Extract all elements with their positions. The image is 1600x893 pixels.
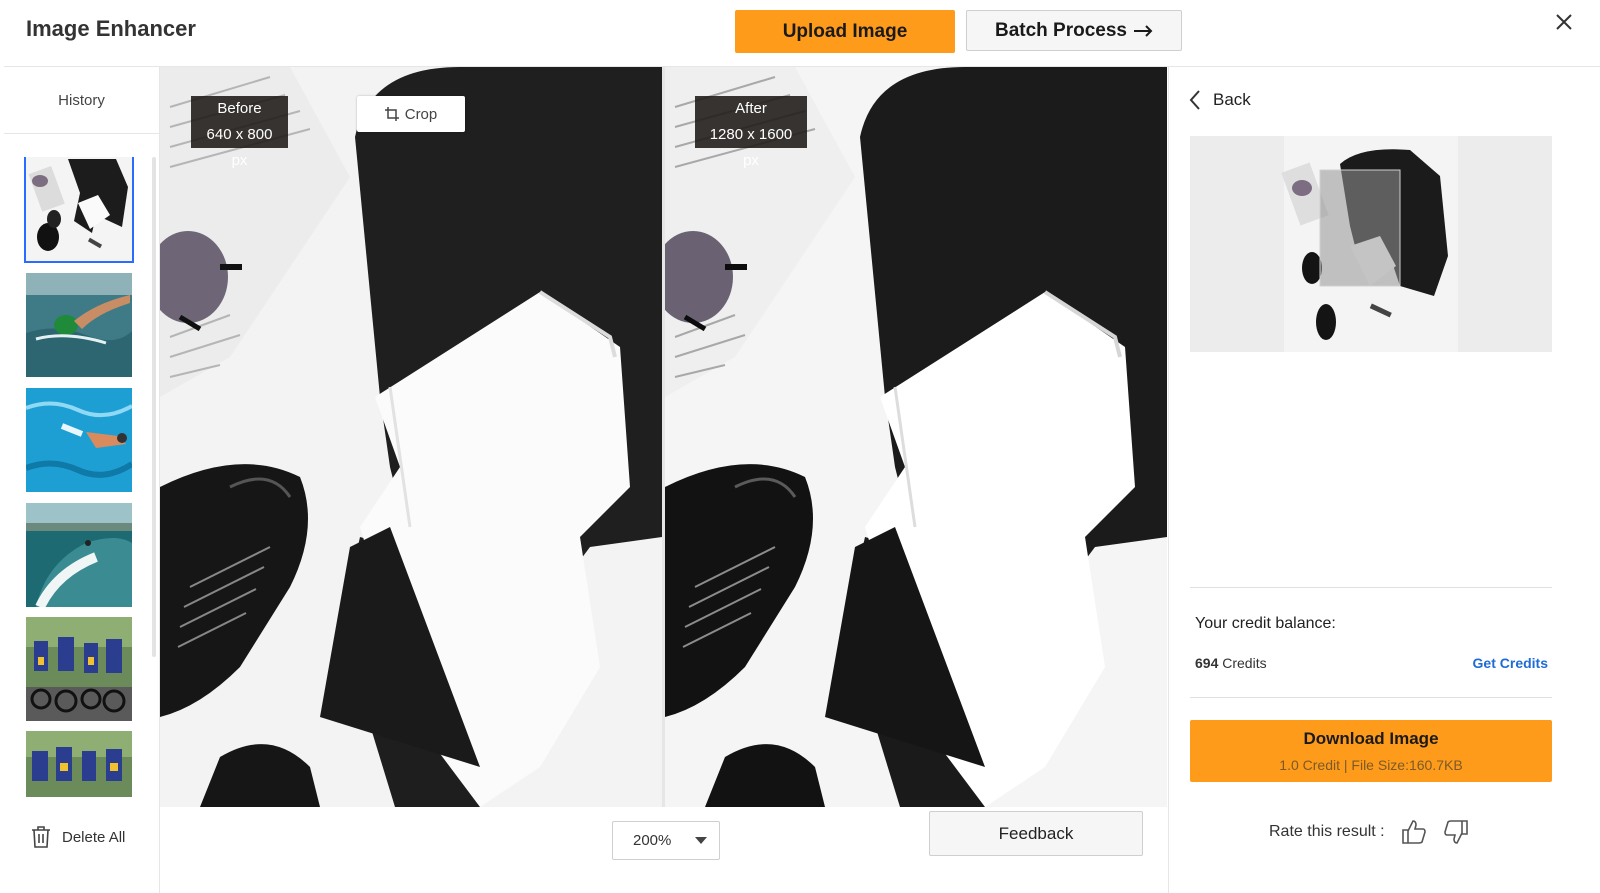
after-tag: After 1280 x 1600 px xyxy=(695,96,807,169)
thumbs-up-icon[interactable] xyxy=(1401,819,1427,845)
after-size: 1280 x 1600 px xyxy=(709,126,793,169)
tab-history[interactable]: History xyxy=(4,67,159,134)
download-image-button[interactable]: Download Image 1.0 Credit | File Size:16… xyxy=(1190,720,1552,782)
history-thumbnail-surfer[interactable] xyxy=(26,503,132,607)
rate-result: Rate this result : xyxy=(1269,819,1469,845)
credits-number: 694 xyxy=(1195,655,1219,671)
rate-label: Rate this result : xyxy=(1269,823,1385,840)
feedback-label: Feedback xyxy=(998,823,1074,843)
credits-count: 694 Credits xyxy=(1195,655,1267,671)
crop-button[interactable]: Crop xyxy=(357,96,465,132)
history-thumbnail-swimmer[interactable] xyxy=(26,273,132,377)
credits-unit: Credits xyxy=(1222,655,1267,671)
trash-icon xyxy=(30,825,52,849)
delete-all-label: Delete All xyxy=(62,828,126,846)
history-thumbnail-list xyxy=(24,157,134,797)
credit-balance-label: Your credit balance: xyxy=(1195,615,1336,632)
preview-image[interactable] xyxy=(1190,136,1552,352)
feedback-button[interactable]: Feedback xyxy=(929,811,1143,856)
header: Image Enhancer Upload Image Batch Proces… xyxy=(4,0,1600,67)
history-scrollbar[interactable] xyxy=(152,157,156,657)
delete-all-button[interactable]: Delete All xyxy=(30,825,125,849)
before-tag: Before 640 x 800 px xyxy=(191,96,288,169)
history-sidebar: History Delete All xyxy=(4,67,160,893)
history-thumbnail-cyclists-2[interactable] xyxy=(26,731,132,797)
zoom-select[interactable]: 200% xyxy=(612,821,720,860)
history-thumbnail-pool-swimmer[interactable] xyxy=(26,388,132,492)
after-label: After xyxy=(735,100,767,117)
download-sublabel: 1.0 Credit | File Size:160.7KB xyxy=(1279,757,1463,773)
get-credits-link[interactable]: Get Credits xyxy=(1473,655,1548,671)
upload-image-button[interactable]: Upload Image xyxy=(735,10,955,53)
before-image[interactable]: Before 640 x 800 px Crop xyxy=(160,67,662,807)
upload-image-label: Upload Image xyxy=(782,20,908,42)
right-panel: Back Your credit balance: 694 Credits Ge… xyxy=(1168,67,1600,893)
batch-process-label: Batch Process xyxy=(994,19,1127,41)
history-thumbnail-cyclists[interactable] xyxy=(26,617,132,721)
crop-label: Crop xyxy=(404,105,438,123)
crop-icon xyxy=(384,107,399,121)
compare-view: Before 640 x 800 px Crop After 1280 x 16… xyxy=(160,67,1167,807)
before-label: Before xyxy=(217,100,262,117)
chevron-left-icon xyxy=(1189,89,1201,111)
app-window: Image Enhancer Upload Image Batch Proces… xyxy=(4,0,1600,893)
dropdown-caret-icon xyxy=(695,837,707,844)
history-thumbnail-fashion[interactable] xyxy=(24,157,134,263)
close-icon[interactable] xyxy=(1552,10,1576,34)
app-title: Image Enhancer xyxy=(26,16,196,41)
before-size: 640 x 800 px xyxy=(206,126,273,169)
arrow-right-icon xyxy=(1133,24,1153,37)
back-label: Back xyxy=(1213,90,1251,109)
zoom-value: 200% xyxy=(633,832,672,849)
thumbs-down-icon[interactable] xyxy=(1443,819,1469,845)
download-label: Download Image xyxy=(1303,729,1439,748)
divider xyxy=(1190,587,1552,588)
after-image[interactable]: After 1280 x 1600 px xyxy=(665,67,1167,807)
batch-process-button[interactable]: Batch Process xyxy=(966,10,1182,51)
divider xyxy=(1190,697,1552,698)
back-button[interactable]: Back xyxy=(1189,89,1251,111)
